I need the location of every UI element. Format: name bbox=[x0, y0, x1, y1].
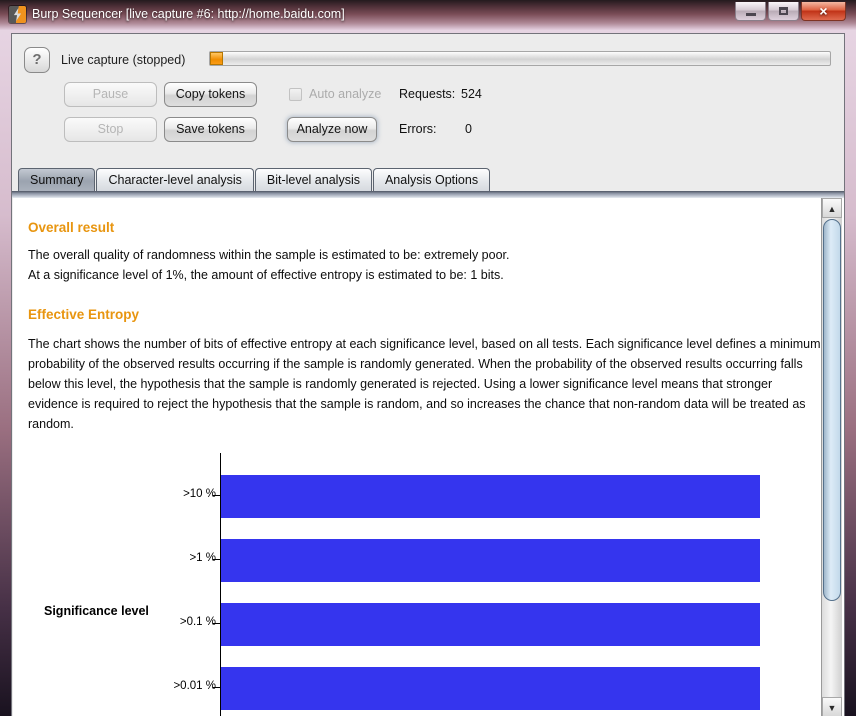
analyze-now-button[interactable]: Analyze now bbox=[287, 117, 377, 142]
chart-tick bbox=[213, 495, 220, 496]
errors-label: Errors: bbox=[399, 117, 437, 142]
effective-entropy-heading: Effective Entropy bbox=[28, 307, 139, 322]
maximize-button[interactable] bbox=[768, 2, 799, 21]
close-icon: × bbox=[819, 3, 827, 20]
chart-bar bbox=[221, 539, 760, 582]
tab-character-level-analysis[interactable]: Character-level analysis bbox=[96, 168, 253, 191]
chart-category-label: >1 % bbox=[131, 552, 216, 564]
window-controls: × bbox=[733, 2, 846, 21]
chart-tick bbox=[213, 623, 220, 624]
capture-progress-bar bbox=[209, 51, 831, 66]
requests-label: Requests: bbox=[399, 82, 455, 107]
progress-fill bbox=[210, 52, 223, 65]
lightning-bolt-icon bbox=[13, 8, 22, 21]
window-title: Burp Sequencer [live capture #6: http://… bbox=[32, 0, 345, 28]
scroll-up-icon[interactable]: ▲ bbox=[822, 198, 842, 218]
requests-value: 524 bbox=[461, 82, 482, 107]
save-tokens-button[interactable]: Save tokens bbox=[164, 117, 257, 142]
minimize-icon bbox=[746, 13, 756, 16]
live-capture-status: Live capture (stopped) bbox=[61, 47, 185, 73]
chart-tick bbox=[213, 687, 220, 688]
maximize-icon bbox=[779, 7, 788, 15]
tab-summary[interactable]: Summary bbox=[18, 168, 95, 191]
burp-sequencer-window: Burp Sequencer [live capture #6: http://… bbox=[0, 0, 856, 716]
overall-result-heading: Overall result bbox=[28, 220, 114, 235]
scroll-down-icon[interactable]: ▼ bbox=[822, 697, 842, 716]
tab-analysis-options[interactable]: Analysis Options bbox=[373, 168, 490, 191]
chart-bar bbox=[221, 603, 760, 646]
chart-category-label: >0.1 % bbox=[131, 616, 216, 628]
errors-value: 0 bbox=[465, 117, 472, 142]
chart-bar bbox=[221, 667, 760, 710]
tab-pane-border bbox=[12, 191, 844, 198]
scrollbar-thumb[interactable] bbox=[823, 219, 841, 601]
copy-tokens-button[interactable]: Copy tokens bbox=[164, 82, 257, 107]
chart-category-label: >0.01 % bbox=[131, 680, 216, 692]
overall-result-line2: At a significance level of 1%, the amoun… bbox=[28, 265, 504, 285]
tab-strip: Summary Character-level analysis Bit-lev… bbox=[18, 168, 491, 191]
client-area: ? Live capture (stopped) Pause Copy toke… bbox=[11, 33, 845, 716]
stop-button[interactable]: Stop bbox=[64, 117, 157, 142]
chart-bar bbox=[221, 475, 760, 518]
effective-entropy-description: The chart shows the number of bits of ef… bbox=[28, 334, 823, 434]
vertical-scrollbar[interactable]: ▲ ▼ bbox=[821, 198, 842, 716]
minimize-button[interactable] bbox=[735, 2, 766, 21]
auto-analyze-label: Auto analyze bbox=[309, 82, 381, 107]
help-button[interactable]: ? bbox=[24, 47, 50, 73]
summary-tab-content: Overall result The overall quality of ra… bbox=[13, 198, 844, 716]
chart-tick bbox=[213, 559, 220, 560]
pause-button[interactable]: Pause bbox=[64, 82, 157, 107]
chart-category-label: >10 % bbox=[131, 488, 216, 500]
tab-bit-level-analysis[interactable]: Bit-level analysis bbox=[255, 168, 372, 191]
close-button[interactable]: × bbox=[801, 2, 846, 21]
title-bar[interactable]: Burp Sequencer [live capture #6: http://… bbox=[0, 0, 856, 30]
burp-app-icon bbox=[9, 6, 26, 23]
overall-result-line1: The overall quality of randomness within… bbox=[28, 245, 510, 265]
auto-analyze-checkbox[interactable] bbox=[289, 88, 302, 101]
